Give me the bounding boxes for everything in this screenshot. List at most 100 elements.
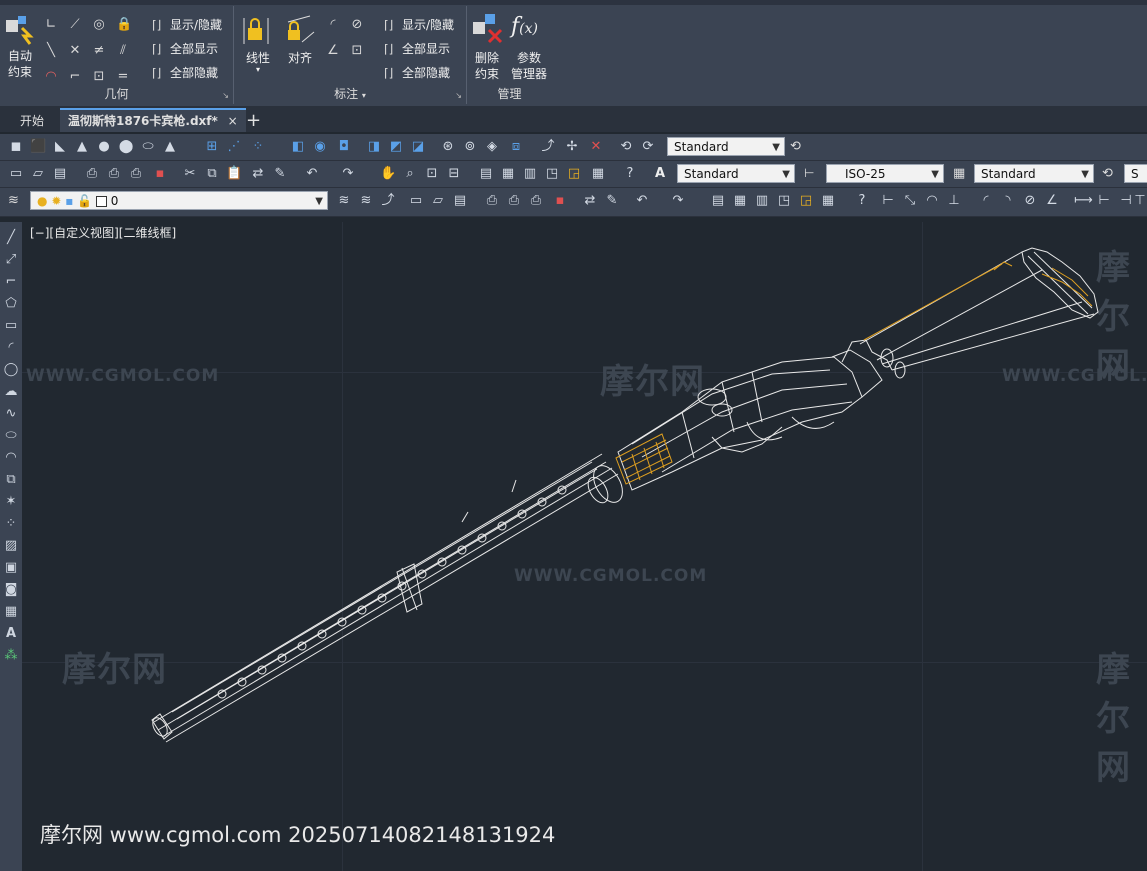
drawing-viewport[interactable]: [−][自定义视图][二维线框] WWW.CGMOL.COM WWW.CGMOL… <box>22 222 1147 871</box>
wedge-icon[interactable]: ◣ <box>52 139 68 155</box>
multiline-text-icon[interactable]: A <box>3 626 19 642</box>
table-icon[interactable]: ▦ <box>3 604 19 620</box>
dim-linear-icon[interactable]: ⊢ <box>880 193 896 209</box>
calculator-icon[interactable]: ▦ <box>590 166 606 182</box>
pyramid-icon[interactable]: ▲ <box>162 139 178 155</box>
layer-dropdown[interactable]: ● ✹ ▪ 🔓 0 ▼ <box>30 191 328 210</box>
diameter-icon[interactable]: ⊘ <box>350 18 364 32</box>
vertical-icon[interactable]: ⊡ <box>92 70 106 84</box>
save-as-icon[interactable]: ▤ <box>452 193 468 209</box>
free-orbit-icon[interactable]: ⊚ <box>462 139 478 155</box>
sheet-set-icon[interactable]: ◳ <box>544 166 560 182</box>
sweep-icon[interactable]: ◘ <box>336 139 352 155</box>
plot2-icon[interactable]: ⎙ <box>528 193 544 209</box>
dimension-show-all-button[interactable]: ⌈⌋ 全部显示 <box>384 40 450 57</box>
edit-solid-icon[interactable]: ⟲ <box>618 139 634 155</box>
concentric-icon[interactable]: ◎ <box>92 18 106 32</box>
preview2-icon[interactable]: ⎙ <box>506 193 522 209</box>
dimension-hide-all-button[interactable]: ⌈⌋ 全部隐藏 <box>384 64 450 81</box>
layer-state-icon[interactable]: ⤴ <box>380 193 396 209</box>
help-icon[interactable]: ? <box>622 166 638 182</box>
revision-cloud-icon[interactable]: ☁ <box>3 384 19 400</box>
tab-current-file[interactable]: 温彻斯特1876卡宾枪.dxf* × <box>60 108 246 132</box>
table-style-dropdown[interactable]: Standard ▼ <box>974 164 1094 183</box>
region-icon[interactable]: ◙ <box>3 582 19 598</box>
new-file-icon[interactable]: ▭ <box>8 166 24 182</box>
dim-angular-icon[interactable]: ∠ <box>1044 193 1060 209</box>
geometry-show-all-button[interactable]: ⌈⌋ 全部显示 <box>152 40 218 57</box>
fillet-edge-icon[interactable]: ⤴ <box>540 139 556 155</box>
add-selected-icon[interactable]: ⁂ <box>3 648 19 664</box>
quick-dim-icon[interactable]: ⟼ <box>1074 193 1093 209</box>
new-icon[interactable]: ▭ <box>408 193 424 209</box>
tab-close-icon[interactable]: × <box>228 114 238 128</box>
props2-icon[interactable]: ▤ <box>710 193 726 209</box>
polyline-icon[interactable]: ⌐ <box>3 274 19 290</box>
horizontal-icon[interactable]: ⌐ <box>68 70 82 84</box>
dc2-icon[interactable]: ▦ <box>732 193 748 209</box>
perpendicular-icon[interactable]: ∟ <box>44 18 58 32</box>
gradient-icon[interactable]: ▣ <box>3 560 19 576</box>
polygon-icon[interactable]: ⬠ <box>3 296 19 312</box>
make-current-icon[interactable]: ≋ <box>336 193 352 209</box>
layer-properties-icon[interactable]: ≋ <box>8 193 24 209</box>
radius-icon[interactable]: ◜ <box>326 18 340 32</box>
match-prop-icon[interactable]: ⇄ <box>250 166 266 182</box>
polar-array-icon[interactable]: ⁘ <box>250 139 266 155</box>
cylinder-solid-icon[interactable]: ⬤ <box>118 139 134 155</box>
open-file-icon[interactable]: ▱ <box>30 166 46 182</box>
construction-line-icon[interactable]: ⤢ <box>3 252 19 268</box>
geometry-panel-launcher-icon[interactable]: ↘ <box>222 91 229 100</box>
make-block-icon[interactable]: ✶ <box>3 494 19 510</box>
baseline-icon[interactable]: ⊢ <box>1096 193 1112 209</box>
match2-icon[interactable]: ⇄ <box>582 193 598 209</box>
intersect-icon[interactable]: ◪ <box>410 139 426 155</box>
print-preview-icon[interactable]: ⎙ <box>106 166 122 182</box>
point-icon[interactable]: ⁘ <box>3 516 19 532</box>
more-icon[interactable]: ⊤ <box>1132 193 1147 209</box>
symmetric-icon[interactable]: ⫽ <box>116 44 130 58</box>
properties-icon[interactable]: ▤ <box>478 166 494 182</box>
auto-constrain-button[interactable]: 自动 约束 <box>4 48 36 80</box>
zoom-realtime-icon[interactable]: ⌕ <box>402 166 418 182</box>
linear-dropdown-icon[interactable]: ▾ <box>240 66 276 74</box>
aligned-button[interactable]: 对齐 <box>282 50 318 66</box>
coincident-icon[interactable]: ╲ <box>44 44 58 58</box>
revolve-icon[interactable]: ◉ <box>312 139 328 155</box>
dim-style-dropdown[interactable]: ISO-25 ▼ <box>826 164 944 183</box>
calc2-icon[interactable]: ▦ <box>820 193 836 209</box>
cylinder-icon[interactable]: ⬛ <box>30 139 46 155</box>
dim-arc-icon[interactable]: ◠ <box>924 193 940 209</box>
visual-style-dropdown[interactable]: Standard ▼ <box>667 137 785 156</box>
undo2-icon[interactable]: ↶ <box>634 193 650 209</box>
redo-icon[interactable]: ↷ <box>340 166 356 182</box>
dimension-panel-launcher-icon[interactable]: ↘ <box>455 91 462 100</box>
parameters-manager-button[interactable]: 参数 管理器 <box>507 50 551 82</box>
torus-icon[interactable]: ⬭ <box>140 139 156 155</box>
linear-lock-icon[interactable] <box>242 14 274 46</box>
cone-icon[interactable]: ▲ <box>74 139 90 155</box>
union-icon[interactable]: ◨ <box>366 139 382 155</box>
angular-icon[interactable]: ∠ <box>326 44 340 58</box>
tp2-icon[interactable]: ▥ <box>754 193 770 209</box>
plot-icon[interactable]: ⎙ <box>128 166 144 182</box>
parallel-icon[interactable]: ≠ <box>92 44 106 58</box>
layer-previous-icon[interactable]: ≋ <box>358 193 374 209</box>
function-icon[interactable]: f(x) <box>511 14 545 44</box>
circle-icon[interactable]: ◯ <box>3 362 19 378</box>
dimension-panel-title[interactable]: 标注 ▾ <box>234 85 466 102</box>
redo2-icon[interactable]: ↷ <box>670 193 686 209</box>
dim-radius-icon[interactable]: ◜ <box>978 193 994 209</box>
zoom-window-icon[interactable]: ⊡ <box>424 166 440 182</box>
arc-icon[interactable]: ◜ <box>3 340 19 356</box>
open-icon[interactable]: ▱ <box>430 193 446 209</box>
insert-block-icon[interactable]: ⧉ <box>3 472 19 488</box>
box-icon[interactable]: ◼ <box>8 139 24 155</box>
paste-icon[interactable]: 📋 <box>226 166 242 182</box>
ellipse-arc-icon[interactable]: ◠ <box>3 450 19 466</box>
text-style-dropdown[interactable]: Standard ▼ <box>677 164 795 183</box>
camera-icon[interactable]: ◈ <box>484 139 500 155</box>
dimension-show-hide-button[interactable]: ⌈⌋ 显示/隐藏 <box>384 16 454 33</box>
print-icon[interactable]: ⎙ <box>84 166 100 182</box>
design-center-icon[interactable]: ▦ <box>500 166 516 182</box>
